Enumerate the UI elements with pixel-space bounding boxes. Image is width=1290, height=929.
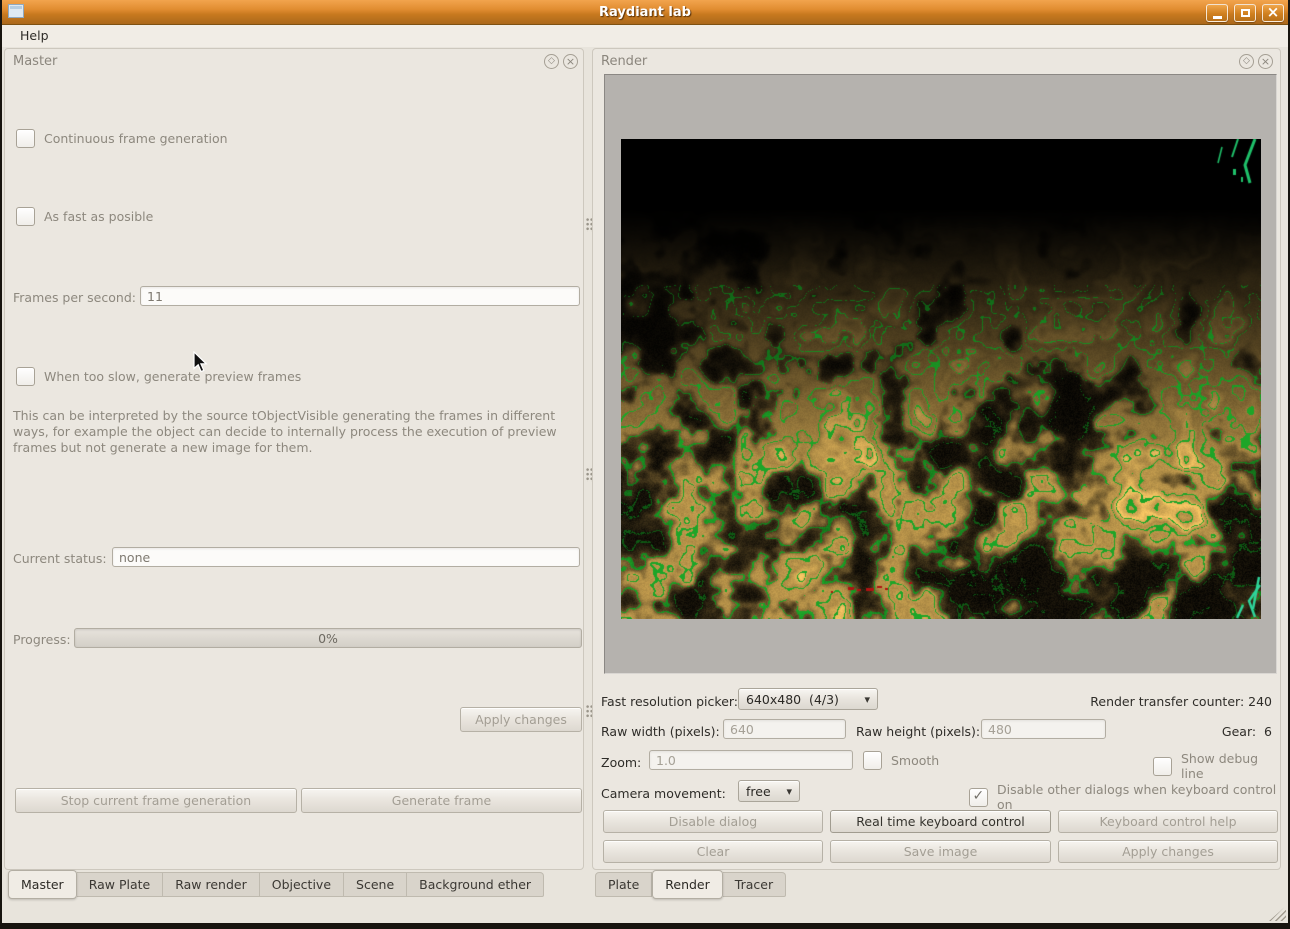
- detach-panel-icon[interactable]: [544, 54, 559, 69]
- maximize-button[interactable]: [1234, 4, 1256, 22]
- preview-frames-label: When too slow, generate preview frames: [44, 369, 302, 384]
- window-controls: [1206, 4, 1284, 22]
- tab-raw-plate[interactable]: Raw Plate: [76, 872, 164, 897]
- clear-button[interactable]: Clear: [603, 840, 823, 863]
- transfer-counter-label: Render transfer counter:: [1090, 694, 1245, 709]
- master-panel-title: Master: [13, 54, 58, 69]
- chevron-down-icon: [786, 785, 792, 798]
- as-fast-checkbox[interactable]: [16, 207, 35, 226]
- gear-label: Gear:: [1221, 724, 1257, 739]
- disable-other-dialogs-checkbox[interactable]: [969, 787, 988, 807]
- tab-tracer[interactable]: Tracer: [722, 872, 787, 897]
- render-tab-strip: Plate Render Tracer: [595, 870, 787, 899]
- window-menu-icon[interactable]: [8, 4, 24, 18]
- current-status-label: Current status:: [13, 551, 107, 566]
- tab-render[interactable]: Render: [652, 870, 723, 899]
- resolution-picker-value: 640x480 (4/3): [746, 691, 839, 707]
- show-debug-line-label: Show debug line: [1181, 751, 1259, 781]
- current-status-input[interactable]: [112, 547, 580, 567]
- render-viewport[interactable]: [604, 74, 1277, 674]
- stop-frame-generation-button[interactable]: Stop current frame generation: [15, 788, 297, 813]
- master-apply-changes-button[interactable]: Apply changes: [460, 707, 582, 732]
- render-canvas[interactable]: [621, 139, 1261, 619]
- keyboard-control-help-button[interactable]: Keyboard control help: [1058, 810, 1278, 833]
- gear-value: 6: [1264, 724, 1272, 739]
- smooth-checkbox[interactable]: [863, 751, 882, 770]
- raw-width-label: Raw width (pixels):: [601, 724, 720, 739]
- resize-grip[interactable]: [1269, 906, 1286, 921]
- disable-dialog-button[interactable]: Disable dialog: [603, 810, 823, 833]
- raw-height-input[interactable]: [981, 719, 1106, 739]
- zoom-label: Zoom:: [601, 755, 642, 770]
- render-panel-title: Render: [601, 54, 648, 69]
- gear-indicator: Gear: 6: [1222, 724, 1272, 739]
- window-border: [0, 923, 1290, 929]
- close-panel-icon[interactable]: [563, 54, 578, 69]
- window-title: Raydiant lab: [599, 4, 691, 20]
- realtime-keyboard-control-button[interactable]: Real time keyboard control: [830, 810, 1051, 833]
- menu-bar: Help: [2, 24, 1288, 47]
- resolution-picker-select[interactable]: 640x480 (4/3): [738, 688, 878, 710]
- camera-movement-label: Camera movement:: [601, 786, 726, 801]
- transfer-counter-value: 240: [1248, 694, 1272, 709]
- preview-note: This can be interpreted by the source tO…: [13, 408, 557, 455]
- raw-width-input[interactable]: [723, 719, 846, 739]
- detach-panel-icon[interactable]: [1239, 54, 1254, 69]
- smooth-label: Smooth: [891, 753, 940, 768]
- progress-label: Progress:: [13, 632, 71, 647]
- as-fast-label: As fast as posible: [44, 209, 154, 224]
- maximize-icon: [1240, 9, 1250, 17]
- tab-background-ether[interactable]: Background ether: [407, 872, 545, 897]
- show-debug-line-checkbox[interactable]: [1153, 756, 1172, 776]
- app-window: Raydiant lab Help Master Continuous fram…: [0, 0, 1290, 929]
- tab-scene[interactable]: Scene: [344, 872, 408, 897]
- continuous-frame-checkbox[interactable]: [16, 129, 35, 148]
- fps-input[interactable]: [140, 286, 580, 306]
- save-image-button[interactable]: Save image: [830, 840, 1051, 863]
- camera-movement-value: free: [746, 783, 771, 799]
- progress-text: 0%: [318, 630, 338, 646]
- tab-objective[interactable]: Objective: [259, 872, 345, 897]
- render-apply-changes-button[interactable]: Apply changes: [1058, 840, 1278, 863]
- close-panel-icon[interactable]: [1258, 54, 1273, 69]
- tab-master[interactable]: Master: [8, 870, 77, 899]
- resolution-picker-label: Fast resolution picker:: [601, 694, 739, 709]
- title-bar[interactable]: Raydiant lab: [0, 0, 1290, 25]
- master-panel: Master Continuous frame generation As fa…: [4, 48, 584, 870]
- close-icon: [1267, 5, 1280, 20]
- raw-height-label: Raw height (pixels):: [856, 724, 981, 739]
- generate-frame-button[interactable]: Generate frame: [301, 788, 582, 813]
- menu-help[interactable]: Help: [12, 26, 57, 45]
- fps-label: Frames per second:: [13, 290, 136, 305]
- render-panel: Render Fast resolution picker: 640x480 (…: [592, 48, 1281, 870]
- chevron-down-icon: [864, 693, 870, 706]
- tab-raw-render[interactable]: Raw render: [163, 872, 260, 897]
- progress-bar: 0%: [74, 628, 582, 648]
- close-button[interactable]: [1262, 4, 1284, 22]
- camera-movement-select[interactable]: free: [738, 780, 800, 802]
- preview-frames-checkbox[interactable]: [16, 367, 35, 386]
- disable-other-dialogs-label: Disable other dialogs when keyboard cont…: [997, 782, 1277, 812]
- tab-plate[interactable]: Plate: [595, 872, 653, 897]
- window-border: [0, 0, 2, 929]
- zoom-input[interactable]: [649, 750, 853, 770]
- continuous-frame-label: Continuous frame generation: [44, 131, 228, 146]
- minimize-icon: [1212, 15, 1222, 19]
- minimize-button[interactable]: [1206, 4, 1228, 22]
- transfer-counter: Render transfer counter: 240: [1090, 694, 1272, 709]
- master-tab-strip: Master Raw Plate Raw render Objective Sc…: [8, 870, 545, 899]
